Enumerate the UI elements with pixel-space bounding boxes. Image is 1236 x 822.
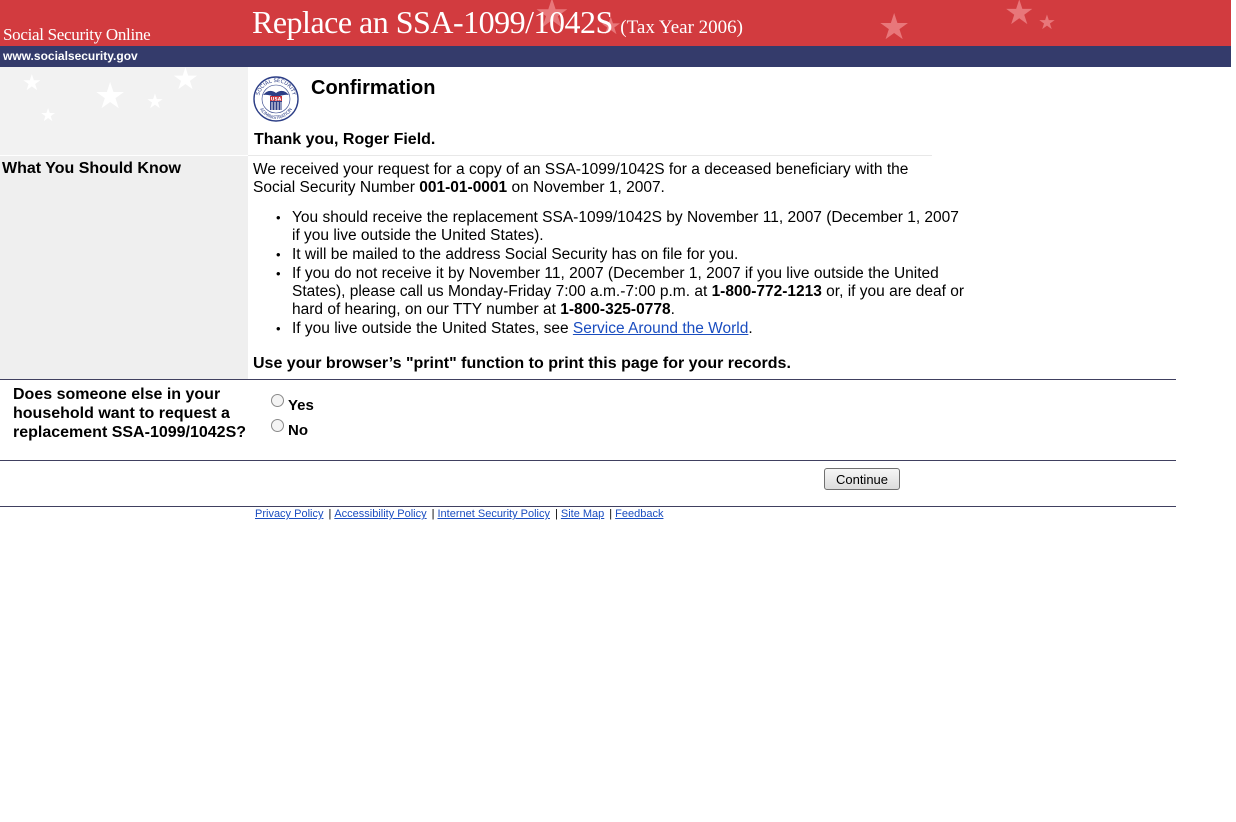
- yes-label[interactable]: Yes: [288, 397, 314, 414]
- page-title-main: Replace an SSA-1099/1042S: [252, 4, 613, 40]
- star-icon: ★: [172, 67, 199, 97]
- list-item: If you do not receive it by November 11,…: [276, 265, 967, 319]
- privacy-policy-link[interactable]: Privacy Policy: [255, 508, 323, 520]
- sidebar-section: What You Should Know: [0, 156, 248, 379]
- star-icon: ★: [146, 89, 164, 113]
- punctuation: .: [670, 301, 675, 318]
- footer-links: Privacy Policy | Accessibility Policy | Inte…: [255, 508, 663, 520]
- section-label: What You Should Know: [2, 160, 181, 177]
- confirmation-heading: Confirmation: [311, 77, 436, 99]
- info-list: You should receive the replacement SSA-1…: [253, 209, 967, 339]
- list-item: You should receive the replacement SSA-1…: [276, 209, 967, 245]
- delivery-date-text: You should receive the replacement SSA-1…: [292, 209, 959, 244]
- service-around-world-link[interactable]: Service Around the World: [573, 320, 748, 337]
- header-banner: ★ ★ ★ ★ ★ Social Security Online Replace…: [0, 0, 1231, 46]
- list-item: It will be mailed to the address Social …: [276, 246, 967, 264]
- star-icon: ★: [94, 76, 127, 117]
- radio-option-yes[interactable]: Yes: [271, 394, 314, 414]
- abroad-text: If you live outside the United States, s…: [292, 320, 573, 337]
- site-name: Social Security Online: [3, 25, 151, 44]
- internet-security-policy-link[interactable]: Internet Security Policy: [438, 508, 551, 520]
- site-url: www.socialsecurity.gov: [3, 49, 138, 63]
- divider: [0, 379, 1176, 380]
- thank-you-message: Thank you, Roger Field.: [254, 131, 436, 148]
- star-icon: ★: [1038, 10, 1056, 34]
- url-bar: www.socialsecurity.gov: [0, 46, 1231, 67]
- print-instruction: Use your browser’s "print" function to p…: [253, 355, 791, 372]
- site-map-link[interactable]: Site Map: [561, 508, 604, 520]
- divider: [0, 460, 1176, 461]
- no-radio[interactable]: [271, 419, 284, 432]
- footer-separator: |: [555, 508, 558, 520]
- radio-option-no[interactable]: No: [271, 419, 308, 439]
- tty-number: 1-800-325-0778: [560, 301, 671, 318]
- ssa-seal-icon: SOCIAL SECURITY ADMINISTRATION USA: [253, 76, 299, 122]
- page-title-sub: (Tax Year 2006): [620, 17, 743, 38]
- no-label[interactable]: No: [288, 422, 308, 439]
- divider: [0, 506, 1176, 507]
- star-icon: ★: [878, 7, 911, 46]
- ssn-value: 001-01-0001: [419, 179, 508, 196]
- footer-separator: |: [328, 508, 332, 520]
- divider: [248, 155, 932, 156]
- page-title: Replace an SSA-1099/1042S (Tax Year 2006…: [252, 4, 743, 41]
- phone-number: 1-800-772-1213: [711, 283, 822, 300]
- accessibility-policy-link[interactable]: Accessibility Policy: [334, 508, 426, 520]
- household-question: Does someone else in your household want…: [13, 386, 247, 441]
- list-item: If you live outside the United States, s…: [276, 320, 967, 338]
- decorative-panel: ★ ★ ★ ★ ★: [0, 67, 248, 155]
- star-icon: ★: [22, 71, 42, 96]
- intro-date: on November 1, 2007.: [507, 179, 665, 196]
- star-icon: ★: [40, 105, 57, 126]
- footer-separator: |: [609, 508, 613, 520]
- punctuation: .: [748, 320, 753, 337]
- star-icon: ★: [1004, 0, 1035, 33]
- feedback-link[interactable]: Feedback: [615, 508, 663, 520]
- continue-button[interactable]: Continue: [824, 468, 900, 490]
- mailing-text: It will be mailed to the address Social …: [292, 246, 739, 263]
- request-summary: We received your request for a copy of a…: [253, 161, 928, 197]
- footer-separator: |: [431, 508, 435, 520]
- yes-radio[interactable]: [271, 394, 284, 407]
